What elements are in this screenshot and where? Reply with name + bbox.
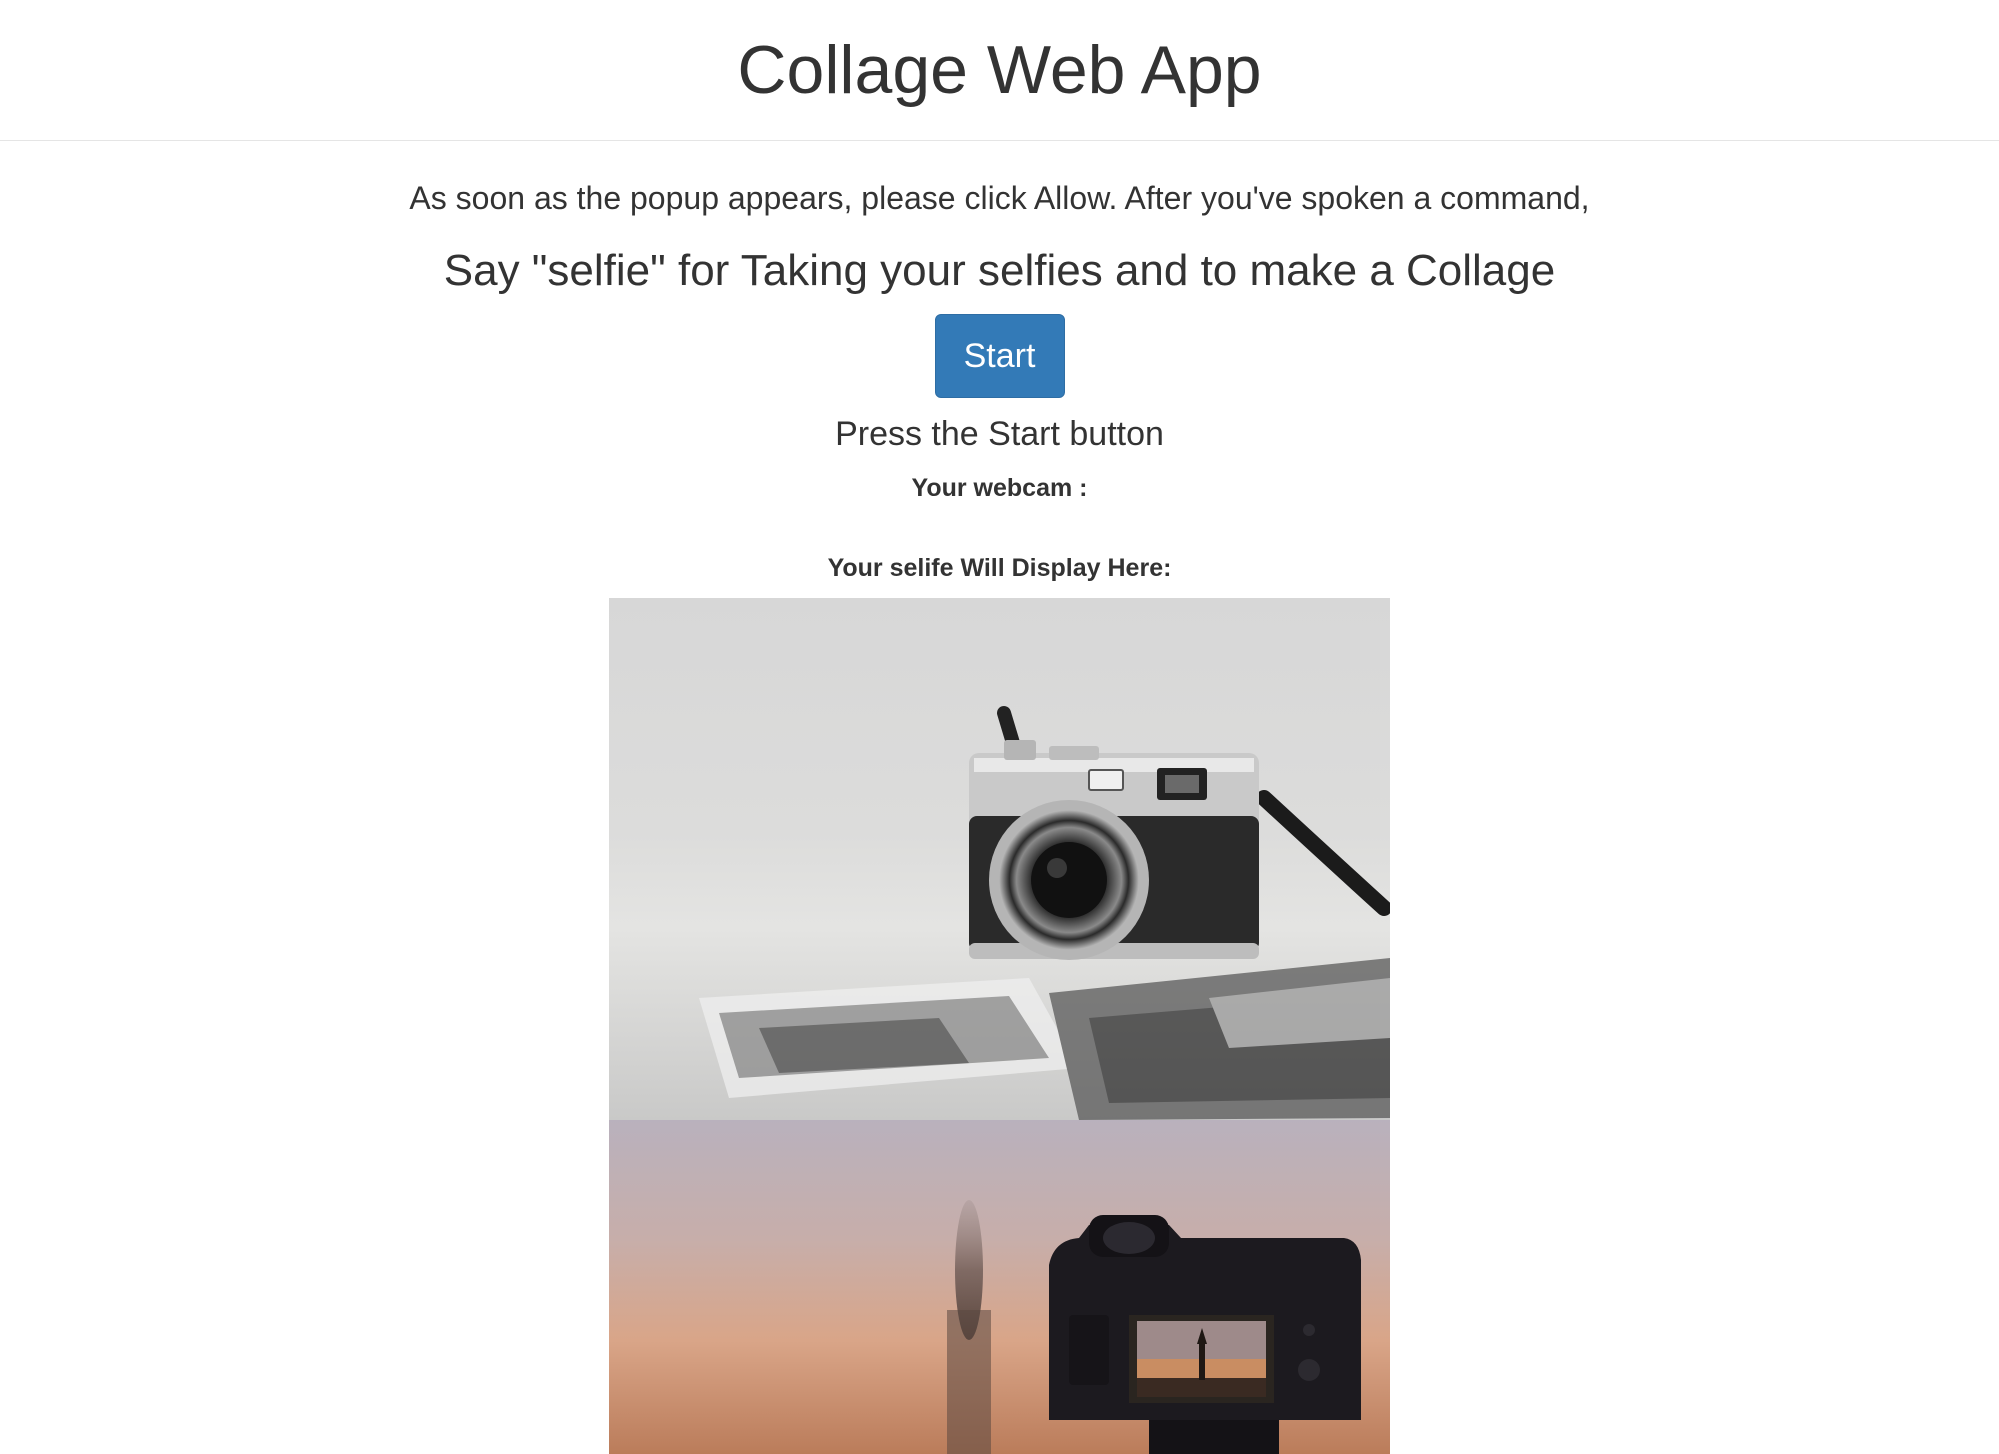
- page-header: Collage Web App: [0, 0, 1999, 141]
- status-text: Press the Start button: [835, 415, 1164, 453]
- dslr-sunset-photo: [609, 1120, 1390, 1454]
- selfie-label: Your selife Will Display Here:: [827, 554, 1172, 582]
- page-title: Collage Web App: [737, 32, 1262, 108]
- instruction-heading: Say "selfie" for Taking your selfies and…: [443, 246, 1556, 295]
- intro-text: As soon as the popup appears, please cli…: [409, 180, 1590, 216]
- collage-image: [609, 598, 1390, 1454]
- main-content: As soon as the popup appears, please cli…: [0, 141, 1999, 1454]
- webcam-label: Your webcam :: [911, 474, 1088, 502]
- start-button[interactable]: Start: [934, 314, 1065, 398]
- rangefinder-camera-photo: [609, 598, 1390, 1120]
